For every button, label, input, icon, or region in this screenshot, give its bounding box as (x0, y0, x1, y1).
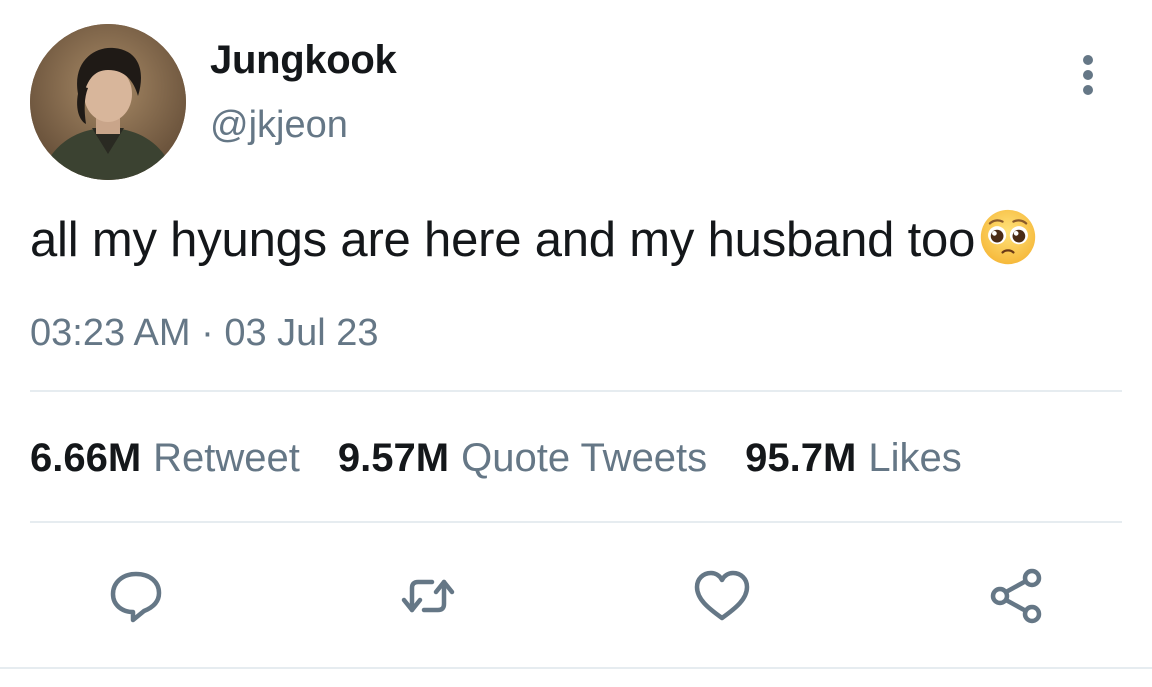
retweets-label: Retweet (153, 436, 300, 480)
reply-icon (110, 571, 162, 623)
divider (0, 667, 1152, 669)
user-handle[interactable]: @jkjeon (210, 104, 348, 147)
more-options-button[interactable] (1068, 52, 1108, 98)
tweet-card: Jungkook @jkjeon all my hyungs are here … (0, 0, 1152, 687)
share-icon (990, 568, 1042, 624)
quote-tweets-count: 9.57M (337, 436, 450, 480)
quote-tweets-label: Quote Tweets (461, 436, 708, 480)
quote-tweets-stat[interactable]: 9.57M Quote Tweets (338, 436, 707, 481)
retweet-icon (401, 579, 455, 613)
likes-count: 95.7M (745, 436, 857, 480)
profile-photo (30, 24, 186, 180)
reply-button[interactable] (106, 566, 166, 626)
more-vertical-icon (1083, 55, 1093, 95)
avatar[interactable] (30, 24, 186, 180)
tweet-text: all my hyungs are here and my husband to… (30, 208, 1037, 268)
tweet-stats: 6.66M Retweet 9.57M Quote Tweets 95.7M Like… (30, 436, 1000, 481)
divider (30, 390, 1122, 392)
retweets-count: 6.66M (30, 436, 142, 480)
like-button[interactable] (692, 566, 752, 626)
tweet-text-content: all my hyungs are here and my husband to… (30, 213, 976, 267)
share-button[interactable] (986, 566, 1046, 626)
divider (30, 521, 1122, 523)
pleading-face-emoji (980, 209, 1036, 265)
retweet-button[interactable] (398, 566, 458, 626)
retweets-stat[interactable]: 6.66M Retweet (30, 436, 300, 481)
likes-stat[interactable]: 95.7M Likes (745, 436, 962, 481)
tweet-timestamp[interactable]: 03:23 AM · 03 Jul 23 (30, 312, 379, 355)
likes-label: Likes (868, 436, 962, 480)
display-name[interactable]: Jungkook (210, 38, 397, 83)
heart-icon (694, 570, 750, 621)
